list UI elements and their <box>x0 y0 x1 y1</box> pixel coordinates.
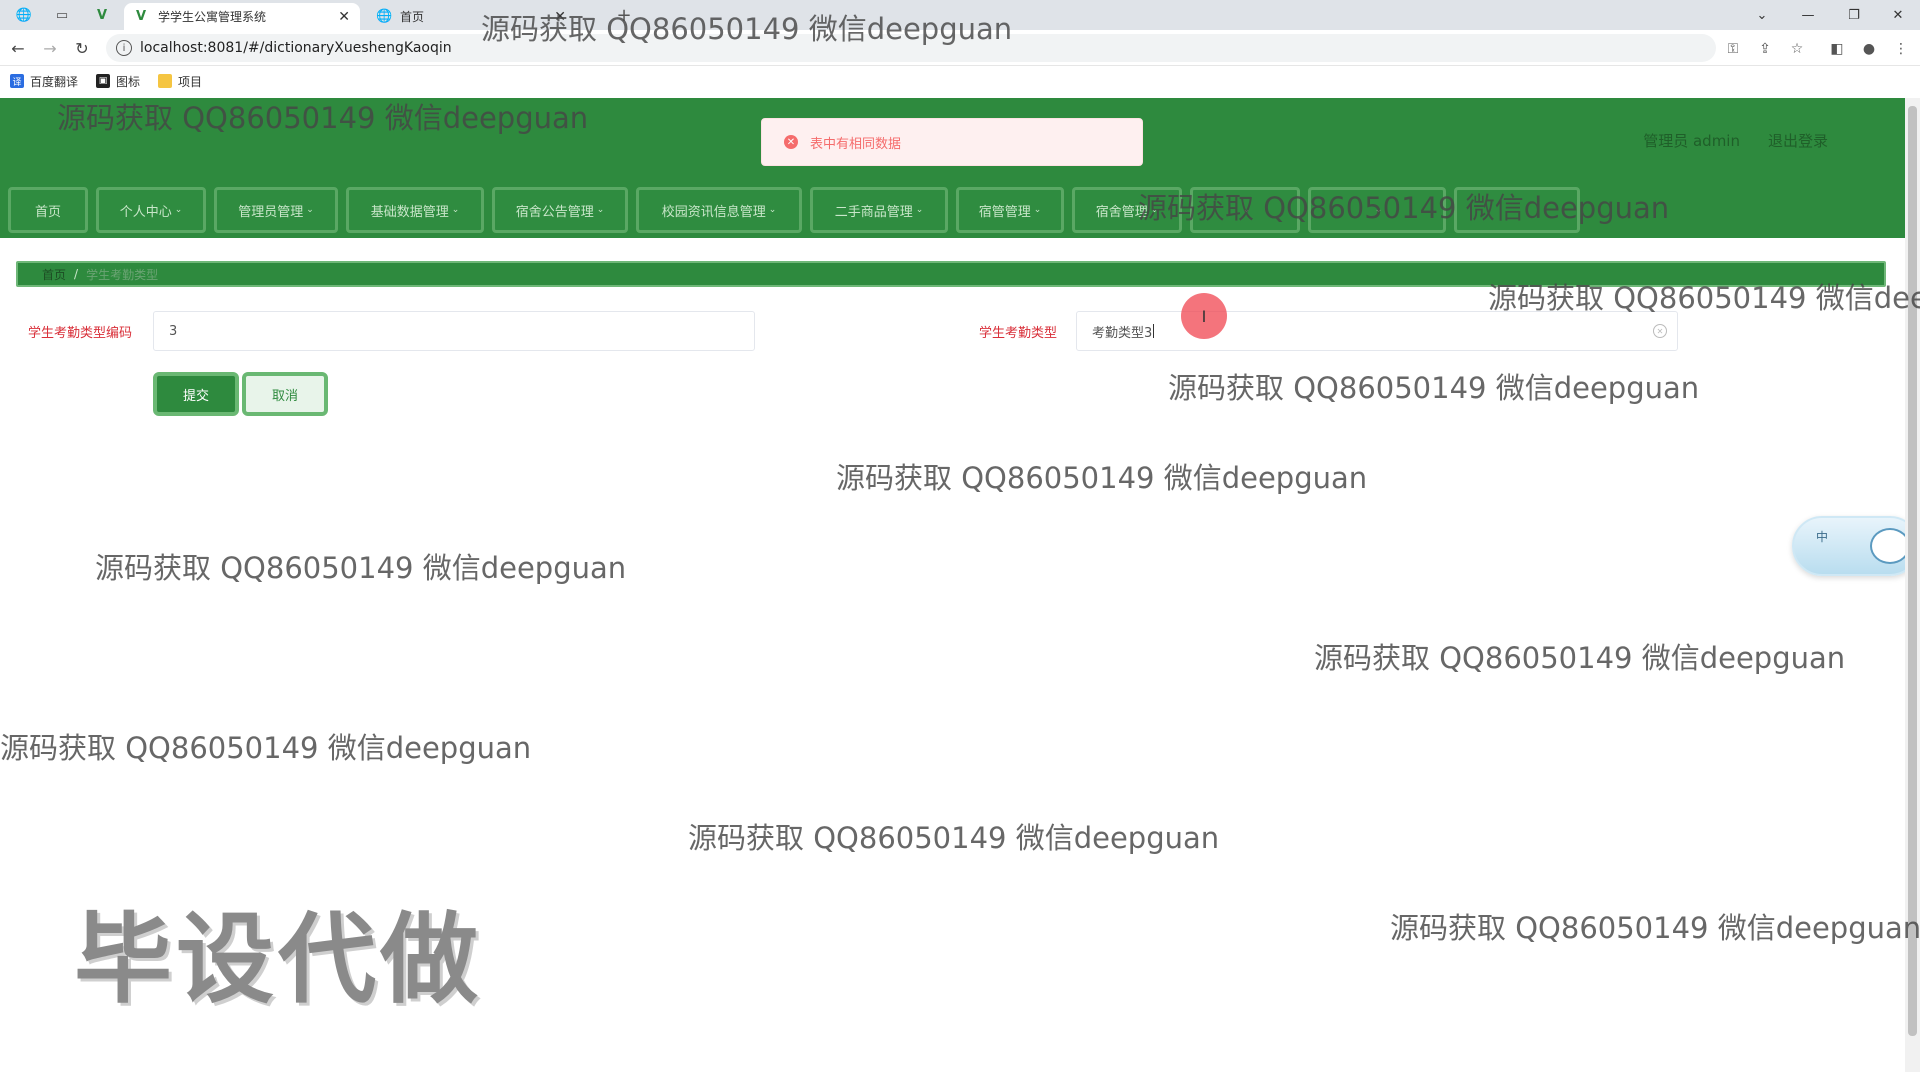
error-toast: ✕ 表中有相同数据 <box>761 118 1143 166</box>
clear-icon[interactable]: ✕ <box>1653 324 1667 338</box>
profile-icon[interactable]: ● <box>1858 38 1880 60</box>
chevron-down-icon: ⌄ <box>915 205 924 215</box>
menu-label: 宿管管理 <box>978 204 1031 220</box>
back-icon[interactable]: ← <box>6 36 30 60</box>
logout-link[interactable]: 退出登录 <box>1768 130 1828 151</box>
toast-message: 表中有相同数据 <box>810 136 902 152</box>
bookmark-baidu-translate[interactable]: 译 百度翻译 <box>10 73 78 90</box>
watermark: 源码获取 QQ86050149 微信deepguan <box>1488 281 1920 315</box>
menu-item-campus-news[interactable]: 校园资讯信息管理 ⌄ <box>636 187 802 233</box>
menu-item-dorm-notice[interactable]: 宿舍公告管理 ⌄ <box>492 187 628 233</box>
globe-icon: 🌐 <box>376 9 393 24</box>
folder-icon <box>158 74 173 88</box>
info-icon[interactable]: i <box>116 40 132 56</box>
menu-label: 管理员管理 <box>238 204 304 220</box>
watermark: 源码获取 QQ86050149 微信deepguan <box>688 821 1220 855</box>
widget-label: 中 <box>1816 530 1829 544</box>
error-icon: ✕ <box>784 135 798 149</box>
menu-item-basic-data[interactable]: 基础数据管理 ⌄ <box>346 187 484 233</box>
menu-item-profile[interactable]: 个人中心 ⌄ <box>96 187 206 233</box>
code-label: 学生考勤类型编码 <box>28 326 133 341</box>
type-value: 考勤类型3 <box>1092 325 1153 341</box>
watermark: 源码获取 QQ86050149 微信deepguan <box>0 731 532 765</box>
menu-dots-icon[interactable]: ⋮ <box>1890 38 1912 60</box>
chevron-down-icon: ⌄ <box>306 205 314 215</box>
minimize-icon[interactable]: — <box>1786 0 1830 30</box>
user-info: 管理员 admin <box>1643 132 1740 150</box>
text-cursor-icon: I <box>1201 306 1207 326</box>
scrollbar-thumb[interactable] <box>1908 106 1917 1036</box>
breadcrumb-separator: / <box>74 267 79 281</box>
image-icon: ▣ <box>96 74 111 88</box>
watermark: 源码获取 QQ86050149 微信deepguan <box>95 551 627 585</box>
vue-icon: V <box>135 9 147 24</box>
watermark: 源码获取 QQ86050149 微信deepguan <box>1390 911 1920 945</box>
tab-blank-icon[interactable]: ▭ <box>48 4 76 26</box>
bookmarks-bar: 译 百度翻译 ▣ 图标 项目 <box>0 66 1920 96</box>
bookmark-icons[interactable]: ▣ 图标 <box>96 73 140 90</box>
forward-icon[interactable]: → <box>38 36 62 60</box>
breadcrumb-home[interactable]: 首页 <box>42 266 66 283</box>
watermark-stamp: 毕设代做 <box>74 903 483 1017</box>
chevron-down-icon: ⌄ <box>451 205 460 215</box>
menu-item-home[interactable]: 首页 <box>8 187 88 233</box>
menu-item-admin[interactable]: 管理员管理 ⌄ <box>214 187 338 233</box>
menu-item-secondhand[interactable]: 二手商品管理 ⌄ <box>810 187 948 233</box>
cancel-button[interactable]: 取消 <box>242 372 328 416</box>
menu-item-dorm-manager[interactable]: 宿管管理 ⌄ <box>956 187 1064 233</box>
submit-button[interactable]: 提交 <box>153 372 239 416</box>
chevron-down-icon: ⌄ <box>174 205 183 215</box>
mascot-icon <box>1870 528 1910 564</box>
menu-label: 校园资讯信息管理 <box>661 204 766 220</box>
tab-active[interactable]: V 学学生公寓管理系统 ✕ <box>124 3 360 30</box>
floating-input-widget[interactable]: 中 <box>1792 516 1920 576</box>
watermark: 源码获取 QQ86050149 微信deepguan <box>1138 191 1670 225</box>
share-icon[interactable]: ⇪ <box>1754 38 1776 60</box>
menu-label: 宿舍公告管理 <box>515 204 594 220</box>
menu-label: 个人中心 <box>119 204 172 220</box>
bookmark-label: 图标 <box>116 74 141 89</box>
watermark: 源码获取 QQ86050149 微信deepguan <box>1314 641 1846 675</box>
watermark: 源码获取 QQ86050149 微信deepguan <box>1168 371 1700 405</box>
tab-title: 首页 <box>400 10 425 24</box>
bookmark-label: 百度翻译 <box>30 74 79 89</box>
restore-icon[interactable]: ❐ <box>1832 0 1876 30</box>
menu-label: 基础数据管理 <box>370 204 449 220</box>
code-value: 3 <box>169 323 178 339</box>
globe-icon[interactable]: 🌐 <box>10 4 38 26</box>
chevron-down-icon: ⌄ <box>596 205 605 215</box>
breadcrumb-current: 学生考勤类型 <box>86 267 159 282</box>
menu-label: 二手商品管理 <box>834 204 913 220</box>
translate-icon: 译 <box>10 74 24 88</box>
chevron-down-icon: ⌄ <box>1033 205 1042 215</box>
close-icon[interactable]: ✕ <box>338 9 350 25</box>
bookmark-project[interactable]: 项目 <box>158 73 202 90</box>
tab-title: 学学生公寓管理系统 <box>158 10 267 24</box>
text-caret <box>1153 324 1155 338</box>
reload-icon[interactable]: ↻ <box>70 36 94 60</box>
sidebar-icon[interactable]: ◧ <box>1826 38 1848 60</box>
bookmark-label: 项目 <box>178 74 203 89</box>
watermark: 源码获取 QQ86050149 微信deepguan <box>481 12 1013 46</box>
watermark: 源码获取 QQ86050149 微信deepguan <box>57 101 589 135</box>
vue-icon[interactable]: V <box>88 4 116 26</box>
type-input[interactable]: 考勤类型3 ✕ <box>1076 311 1678 351</box>
window-close-icon[interactable]: ✕ <box>1876 0 1920 30</box>
type-label: 学生考勤类型 <box>979 326 1058 341</box>
code-input[interactable]: 3 <box>153 311 755 351</box>
chevron-down-icon: ⌄ <box>768 205 777 215</box>
menu-label: 首页 <box>34 204 61 220</box>
key-icon[interactable]: ⚿ <box>1722 38 1744 60</box>
star-icon[interactable]: ☆ <box>1786 38 1808 60</box>
url-text: localhost:8081/#/dictionaryXueshengKaoqi… <box>140 40 452 56</box>
cursor-highlight: I <box>1181 293 1227 339</box>
watermark: 源码获取 QQ86050149 微信deepguan <box>836 461 1368 495</box>
chevron-down-icon[interactable]: ⌄ <box>1740 0 1784 30</box>
